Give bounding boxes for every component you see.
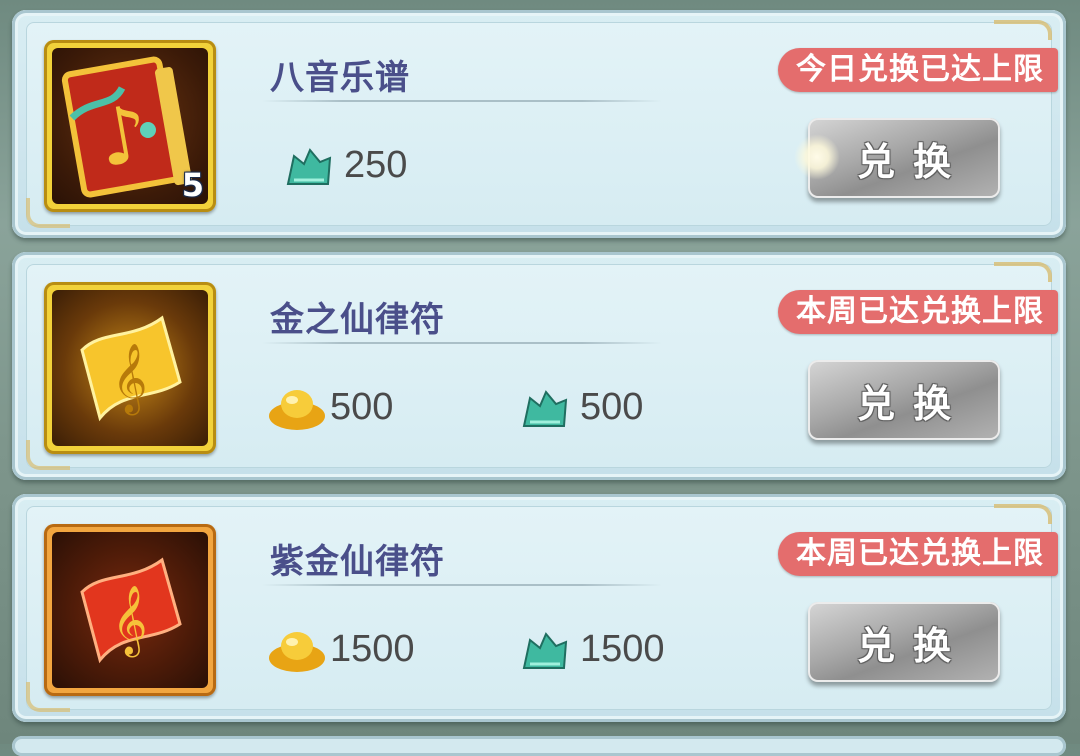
gold-ingot-icon: [266, 620, 325, 678]
price-amount: 1500: [580, 627, 665, 670]
corner-ornament: [994, 262, 1052, 282]
limit-reached-badge: 今日兑换已达上限: [778, 48, 1058, 92]
exchange-button[interactable]: 兑换: [808, 602, 1000, 682]
item-name: 紫金仙律符: [270, 542, 445, 582]
price-amount: 1500: [330, 627, 415, 670]
svg-text:𝄞: 𝄞: [112, 343, 147, 415]
jade-ticket-icon: [516, 620, 574, 678]
red-talisman-icon: 𝄞: [52, 532, 208, 688]
svg-text:𝄞: 𝄞: [112, 585, 147, 657]
price-jade: 500: [516, 378, 643, 436]
sparkle-effect: [794, 134, 840, 180]
item-quantity: 5: [181, 166, 204, 204]
price-amount: 500: [330, 385, 394, 428]
exchange-button-label: 兑换: [856, 381, 969, 426]
item-icon-slot[interactable]: 𝄞: [44, 524, 216, 696]
item-icon-slot[interactable]: 𝄞: [44, 282, 216, 454]
price-jade: 1500: [516, 620, 665, 678]
next-card-edge: [12, 736, 1066, 756]
divider: [262, 100, 662, 102]
shop-item-card: ♪ 5 八音乐谱 今日兑换已达上限 250 兑换: [12, 10, 1066, 238]
price-amount: 250: [344, 143, 408, 186]
item-name: 金之仙律符: [270, 300, 445, 340]
item-icon-slot[interactable]: ♪ 5: [44, 40, 216, 212]
limit-reached-badge: 本周已达兑换上限: [778, 290, 1058, 334]
shop-item-card: 𝄞 紫金仙律符 本周已达兑换上限 1500 1500 兑换: [12, 494, 1066, 722]
price-amount: 500: [580, 385, 644, 428]
gold-ingot-icon: [266, 378, 325, 436]
item-name: 八音乐谱: [270, 58, 410, 98]
price-jade: 250: [280, 136, 407, 194]
shop-item-card: 𝄞 金之仙律符 本周已达兑换上限 500 500 兑换: [12, 252, 1066, 480]
corner-ornament: [994, 20, 1052, 40]
price-gold: 1500: [266, 620, 415, 678]
limit-reached-badge: 本周已达兑换上限: [778, 532, 1058, 576]
exchange-button-label: 兑换: [856, 623, 969, 668]
divider: [262, 342, 662, 344]
jade-ticket-icon: [516, 378, 574, 436]
jade-ticket-icon: [280, 136, 338, 194]
exchange-button[interactable]: 兑换: [794, 118, 1000, 198]
exchange-shop-list: ♪ 5 八音乐谱 今日兑换已达上限 250 兑换 𝄞 金之仙律符 本周已达兑换上…: [0, 0, 1080, 756]
divider: [262, 584, 662, 586]
corner-ornament: [994, 504, 1052, 524]
price-gold: 500: [266, 378, 393, 436]
exchange-button-label: 兑换: [856, 139, 969, 184]
exchange-button[interactable]: 兑换: [808, 360, 1000, 440]
gold-talisman-icon: 𝄞: [52, 290, 208, 446]
